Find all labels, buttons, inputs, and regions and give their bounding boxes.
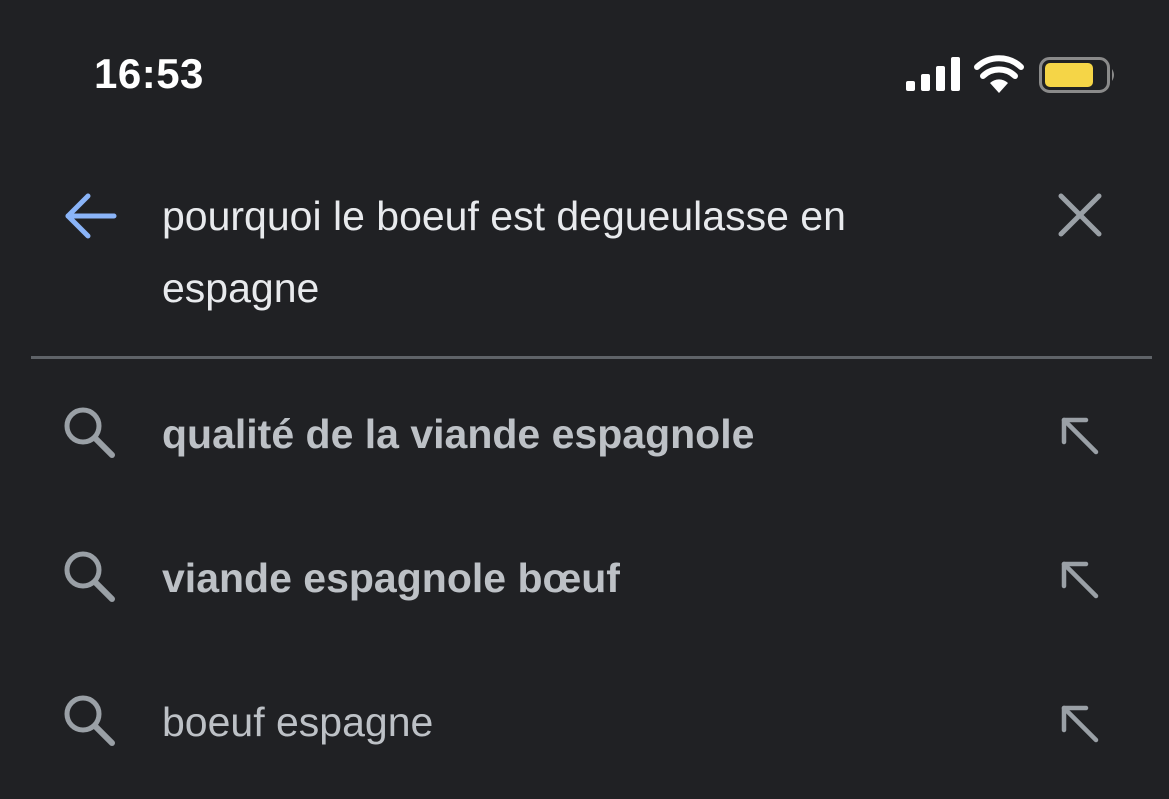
arrow-up-left-icon[interactable] bbox=[1056, 700, 1104, 748]
suggestion-list: qualité de la viande espagnole viande es… bbox=[0, 360, 1169, 792]
suggestion-item[interactable]: qualité de la viande espagnole bbox=[0, 360, 1169, 504]
search-bar: pourquoi le boeuf est degueulasse en esp… bbox=[0, 150, 1169, 358]
suggestion-item[interactable]: boeuf espagne bbox=[0, 648, 1169, 792]
search-icon bbox=[64, 407, 115, 458]
arrow-up-left-icon[interactable] bbox=[1056, 412, 1104, 460]
arrow-up-left-icon[interactable] bbox=[1056, 556, 1104, 604]
suggestion-label: boeuf espagne bbox=[162, 699, 434, 745]
arrow-left-icon[interactable] bbox=[60, 192, 120, 240]
search-icon bbox=[64, 695, 115, 746]
search-icon bbox=[64, 551, 115, 602]
suggestion-item[interactable]: viande espagnole bœuf bbox=[0, 504, 1169, 648]
status-time: 16:53 bbox=[94, 50, 204, 97]
close-icon[interactable] bbox=[1053, 188, 1107, 242]
status-bar: 16:53 bbox=[0, 0, 1169, 150]
wifi-icon bbox=[974, 55, 1024, 93]
suggestion-label: qualité de la viande espagnole bbox=[162, 411, 755, 457]
signal-icon bbox=[906, 57, 960, 91]
battery-icon bbox=[1039, 57, 1114, 93]
search-input[interactable]: pourquoi le boeuf est degueulasse en esp… bbox=[162, 180, 1002, 324]
search-divider bbox=[31, 356, 1152, 359]
suggestion-label: viande espagnole bœuf bbox=[162, 555, 620, 601]
